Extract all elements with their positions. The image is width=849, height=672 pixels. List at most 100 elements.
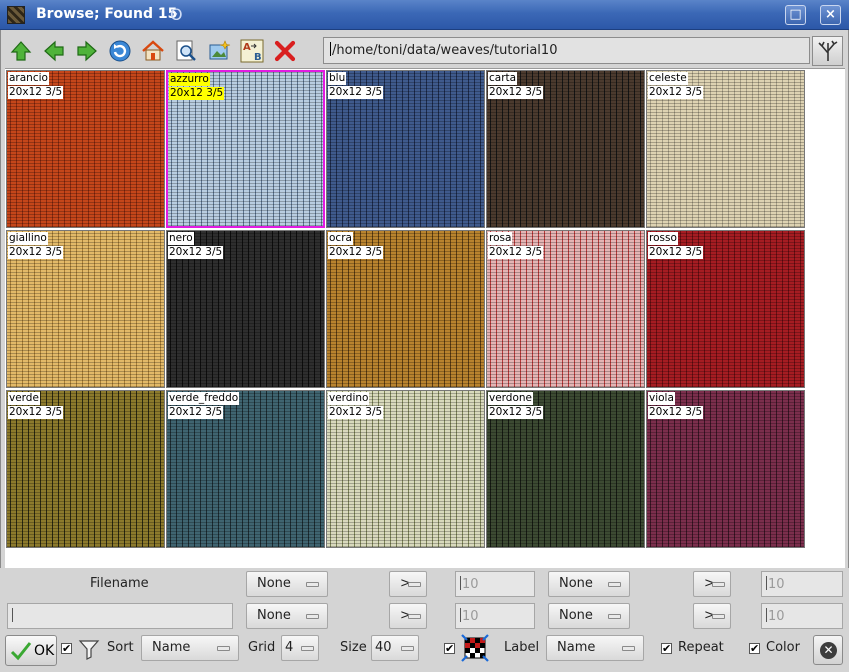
weave-swatch[interactable]: ocra 20x12 3/5	[326, 230, 485, 388]
home-icon[interactable]	[136, 34, 169, 67]
refresh-icon[interactable]	[103, 34, 136, 67]
dropdown-indicator-icon	[608, 614, 621, 619]
close-button[interactable]: ×	[820, 5, 841, 25]
weave-swatch[interactable]: verdone 20x12 3/5	[486, 390, 645, 548]
sort-label: Sort	[107, 640, 134, 655]
weave-swatch[interactable]: carta 20x12 3/5	[486, 70, 645, 228]
filter3-value-input[interactable]: 10	[455, 603, 535, 629]
title-bar[interactable]: Browse; Found 15 ʘ □ ×	[0, 0, 849, 30]
size-label: Size	[340, 640, 367, 655]
filter-funnel-icon[interactable]	[78, 638, 100, 664]
path-value: /home/toni/data/weaves/tutorial10	[332, 43, 558, 58]
filter3-value: 10	[462, 609, 479, 624]
ok-label: OK	[34, 643, 55, 659]
repeat-label: Repeat	[678, 640, 724, 655]
swatch-name-label: viola	[648, 392, 675, 405]
color-checkbox[interactable]: ✔	[749, 643, 760, 654]
maximize-button[interactable]: □	[785, 5, 806, 25]
filter3-field-select[interactable]: None	[246, 603, 328, 629]
checkmark-icon	[10, 642, 32, 661]
swatch-info-label: 20x12 3/5	[648, 406, 704, 419]
dropdown-indicator-icon	[622, 646, 635, 651]
rename-icon[interactable]: AB	[235, 34, 268, 67]
filter1-field-select[interactable]: None	[246, 571, 328, 597]
filter2-field-value: None	[559, 576, 593, 591]
back-arrow-icon[interactable]	[37, 34, 70, 67]
path-input[interactable]: /home/toni/data/weaves/tutorial10	[323, 37, 810, 64]
filename-input[interactable]	[7, 603, 233, 629]
swatch-name-label: verde_freddo	[168, 392, 240, 405]
swatch-info-label: 20x12 3/5	[169, 87, 225, 100]
swatch-name-label: giallino	[8, 232, 48, 245]
swatch-info-label: 20x12 3/5	[328, 246, 384, 259]
filter2-operator-select[interactable]: >	[693, 571, 731, 597]
delete-icon[interactable]	[268, 34, 301, 67]
pattern-preview-icon[interactable]	[461, 634, 489, 662]
dropdown-indicator-icon	[712, 614, 725, 619]
grid-select[interactable]: 4	[281, 635, 319, 661]
weave-swatch[interactable]: verde_freddo 20x12 3/5	[166, 390, 325, 548]
tree-icon	[817, 40, 837, 61]
swatch-name-label: azzurro	[169, 73, 210, 86]
filter3-operator-select[interactable]: >	[389, 603, 427, 629]
swatch-name-label: rosa	[488, 232, 513, 245]
weave-swatch[interactable]: celeste 20x12 3/5	[646, 70, 805, 228]
dropdown-indicator-icon	[408, 582, 421, 587]
text-caret	[460, 576, 461, 590]
label-select[interactable]: Name	[546, 635, 644, 661]
dropdown-indicator-icon	[401, 646, 414, 651]
text-caret	[330, 42, 331, 56]
weave-swatch[interactable]: rosa 20x12 3/5	[486, 230, 645, 388]
directory-tree-button[interactable]	[812, 36, 843, 66]
weave-swatch[interactable]: arancio 20x12 3/5	[6, 70, 165, 228]
filter4-operator-select[interactable]: >	[693, 603, 731, 629]
weave-swatch[interactable]: nero 20x12 3/5	[166, 230, 325, 388]
dropdown-indicator-icon	[301, 646, 314, 651]
weave-swatch[interactable]: blu 20x12 3/5	[326, 70, 485, 228]
cancel-button[interactable]: ✕	[813, 635, 843, 665]
weave-swatch[interactable]: rosso 20x12 3/5	[646, 230, 805, 388]
filter1-value-input[interactable]: 10	[455, 571, 535, 597]
swatch-info-label: 20x12 3/5	[488, 86, 544, 99]
filter2-value-input[interactable]: 10	[761, 571, 843, 597]
swatch-info-label: 20x12 3/5	[8, 246, 64, 259]
up-arrow-icon[interactable]	[4, 34, 37, 67]
dropdown-indicator-icon	[306, 582, 319, 587]
dropdown-indicator-icon	[608, 582, 621, 587]
weave-swatch[interactable]: azzurro 20x12 3/5	[166, 70, 325, 228]
label-label: Label	[504, 640, 540, 655]
filter1-value: 10	[462, 577, 479, 592]
swatch-info-label: 20x12 3/5	[8, 406, 64, 419]
dropdown-indicator-icon	[712, 582, 725, 587]
filter4-value: 10	[768, 609, 785, 624]
size-select[interactable]: 40	[371, 635, 419, 661]
filter2-value: 10	[768, 577, 785, 592]
sort-select[interactable]: Name	[141, 635, 239, 661]
swatch-grid: arancio 20x12 3/5 azzurro 20x12 3/5 blu 20x12…	[5, 68, 845, 568]
svg-text:A: A	[243, 42, 251, 53]
weave-swatch[interactable]: verdino 20x12 3/5	[326, 390, 485, 548]
zoom-preview-icon[interactable]	[169, 34, 202, 67]
swatch-name-label: carta	[488, 72, 518, 85]
filter-enable-checkbox[interactable]: ✔	[61, 643, 72, 654]
ok-button[interactable]: OK	[5, 635, 57, 666]
toolbar: AB	[4, 34, 301, 68]
repeat-checkbox[interactable]: ✔	[661, 643, 672, 654]
filter4-field-select[interactable]: None	[548, 603, 630, 629]
pattern-checkbox[interactable]: ✔	[444, 643, 455, 654]
weave-swatch[interactable]: verde 20x12 3/5	[6, 390, 165, 548]
swatch-info-label: 20x12 3/5	[648, 86, 704, 99]
text-caret	[766, 576, 767, 590]
label-value: Name	[557, 640, 596, 655]
filter1-operator-select[interactable]: >	[389, 571, 427, 597]
filter2-field-select[interactable]: None	[548, 571, 630, 597]
text-caret	[12, 608, 13, 622]
swirl-icon: ʘ	[170, 5, 183, 24]
weave-swatch[interactable]: viola 20x12 3/5	[646, 390, 805, 548]
filter4-value-input[interactable]: 10	[761, 603, 843, 629]
forward-arrow-icon[interactable]	[70, 34, 103, 67]
weave-swatch[interactable]: giallino 20x12 3/5	[6, 230, 165, 388]
new-image-icon[interactable]	[202, 34, 235, 67]
swatch-name-label: ocra	[328, 232, 353, 245]
text-caret	[460, 608, 461, 622]
